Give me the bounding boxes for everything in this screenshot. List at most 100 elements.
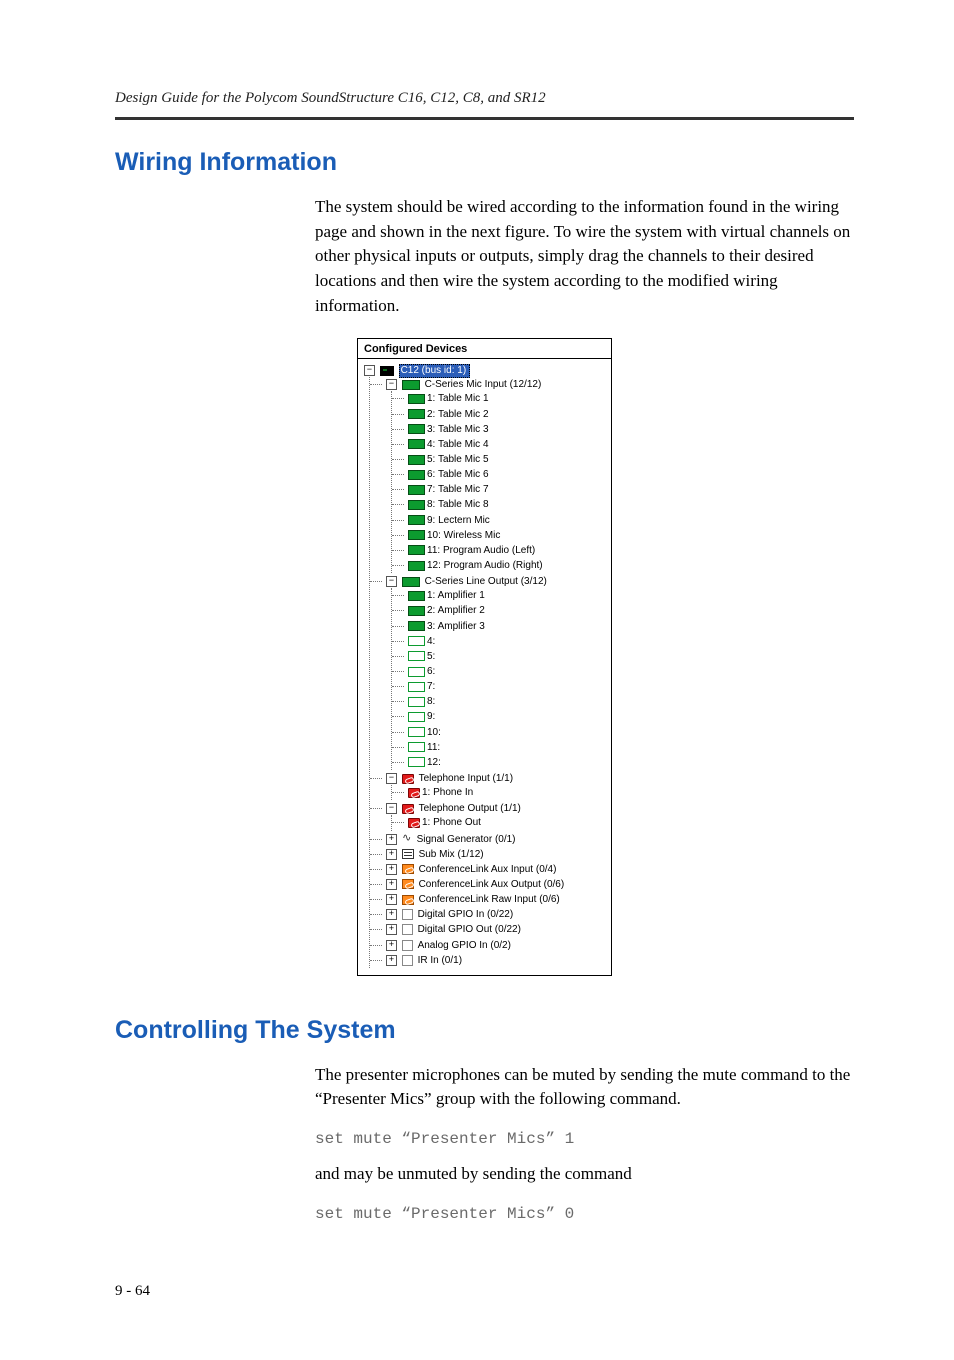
line-label: 12:: [427, 757, 441, 768]
tree-group-telephone-input[interactable]: − Telephone Input (1/1) 1: Phone In: [386, 771, 607, 801]
group-label: Telephone Output (1/1): [419, 803, 521, 814]
tree-item-line[interactable]: 9:: [408, 709, 607, 724]
tree-item-mic[interactable]: 5: Table Mic 5: [408, 452, 607, 467]
expand-icon[interactable]: +: [386, 955, 397, 966]
group-label: Telephone Input (1/1): [419, 773, 514, 784]
submix-icon: [402, 849, 414, 859]
controlling-paragraph-2: and may be unmuted by sending the comman…: [315, 1162, 854, 1187]
gpio-icon: [402, 955, 413, 966]
tree-item-mic[interactable]: 6: Table Mic 6: [408, 467, 607, 482]
tree-group-digital-gpio-out[interactable]: + Digital GPIO Out (0/22): [386, 922, 607, 937]
phone-out-label: 1: Phone Out: [422, 817, 481, 828]
group-label: ConferenceLink Aux Input (0/4): [419, 864, 557, 875]
configured-devices-panel: Configured Devices − C12 (bus id: 1) − C…: [357, 338, 612, 976]
tree-group-mic-input[interactable]: − C-Series Mic Input (12/12) 1: Table Mi…: [386, 377, 607, 574]
tree-item-mic[interactable]: 7: Table Mic 7: [408, 482, 607, 497]
tree-item-mic[interactable]: 2: Table Mic 2: [408, 407, 607, 422]
collapse-icon[interactable]: −: [364, 365, 375, 376]
phone-icon: [402, 774, 414, 784]
group-label: IR In (0/1): [418, 955, 462, 966]
collapse-icon[interactable]: −: [386, 576, 397, 587]
expand-icon[interactable]: +: [386, 864, 397, 875]
tree-item-mic[interactable]: 4: Table Mic 4: [408, 437, 607, 452]
port-empty-icon: [408, 651, 425, 661]
tree-item-line[interactable]: 5:: [408, 649, 607, 664]
tree-item-mic[interactable]: 9: Lectern Mic: [408, 513, 607, 528]
tree-item-phone-out[interactable]: 1: Phone Out: [408, 815, 607, 830]
tree-item-line[interactable]: 8:: [408, 694, 607, 709]
tree-item-line[interactable]: 10:: [408, 725, 607, 740]
gpio-icon: [402, 924, 413, 935]
page: Design Guide for the Polycom SoundStruct…: [0, 0, 954, 1360]
conference-link-icon: [402, 864, 414, 874]
tree-item-phone-in[interactable]: 1: Phone In: [408, 785, 607, 800]
expand-icon[interactable]: +: [386, 924, 397, 935]
mic-label: 12: Program Audio (Right): [427, 560, 543, 571]
expand-icon[interactable]: +: [386, 834, 397, 845]
tree-item-mic[interactable]: 11: Program Audio (Left): [408, 543, 607, 558]
line-label: 8:: [427, 696, 435, 707]
tree-root-device[interactable]: − C12 (bus id: 1) − C-Series Mic Input (…: [364, 363, 607, 969]
mic-label: 2: Table Mic 2: [427, 409, 489, 420]
port-icon: [408, 409, 425, 419]
tree-item-line[interactable]: 11:: [408, 740, 607, 755]
tree-item-mic[interactable]: 8: Table Mic 8: [408, 497, 607, 512]
tree-item-mic[interactable]: 1: Table Mic 1: [408, 391, 607, 406]
port-icon: [408, 545, 425, 555]
tree-item-mic[interactable]: 10: Wireless Mic: [408, 528, 607, 543]
tree-item-line[interactable]: 2: Amplifier 2: [408, 603, 607, 618]
line-label: 9:: [427, 711, 435, 722]
line-label: 11:: [427, 742, 440, 753]
tree-item-line[interactable]: 1: Amplifier 1: [408, 588, 607, 603]
tree-group-conflink-aux-output[interactable]: + ConferenceLink Aux Output (0/6): [386, 877, 607, 892]
line-label: 1: Amplifier 1: [427, 590, 485, 601]
port-icon: [408, 439, 425, 449]
group-label: C-Series Mic Input (12/12): [425, 379, 542, 390]
port-icon: [408, 530, 425, 540]
command-mute-off: set mute “Presenter Mics” 0: [315, 1205, 854, 1223]
tree-group-conflink-aux-input[interactable]: + ConferenceLink Aux Input (0/4): [386, 862, 607, 877]
tree-item-line[interactable]: 3: Amplifier 3: [408, 619, 607, 634]
expand-icon[interactable]: +: [386, 849, 397, 860]
tree-group-analog-gpio-in[interactable]: + Analog GPIO In (0/2): [386, 938, 607, 953]
running-header: Design Guide for the Polycom SoundStruct…: [115, 90, 854, 107]
group-label: Analog GPIO In (0/2): [418, 940, 511, 951]
gpio-icon: [402, 909, 413, 920]
expand-icon[interactable]: +: [386, 879, 397, 890]
tree-group-telephone-output[interactable]: − Telephone Output (1/1) 1: Phone Out: [386, 801, 607, 831]
mic-label: 9: Lectern Mic: [427, 515, 490, 526]
line-label: 2: Amplifier 2: [427, 605, 485, 616]
line-label: 5:: [427, 651, 435, 662]
root-label[interactable]: C12 (bus id: 1): [399, 364, 471, 378]
port-icon: [408, 621, 425, 631]
collapse-icon[interactable]: −: [386, 803, 397, 814]
tree-item-line[interactable]: 12:: [408, 755, 607, 770]
mic-label: 10: Wireless Mic: [427, 530, 500, 541]
tree-group-ir-in[interactable]: + IR In (0/1): [386, 953, 607, 968]
panel-title: Configured Devices: [358, 339, 611, 359]
tree-item-line[interactable]: 4:: [408, 634, 607, 649]
tree-item-line[interactable]: 6:: [408, 664, 607, 679]
expand-icon[interactable]: +: [386, 909, 397, 920]
expand-icon[interactable]: +: [386, 894, 397, 905]
tree-item-line[interactable]: 7:: [408, 679, 607, 694]
mic-label: 7: Table Mic 7: [427, 484, 489, 495]
group-label: C-Series Line Output (3/12): [425, 576, 547, 587]
mic-label: 1: Table Mic 1: [427, 393, 489, 404]
device-tree[interactable]: − C12 (bus id: 1) − C-Series Mic Input (…: [358, 363, 611, 969]
tree-group-digital-gpio-in[interactable]: + Digital GPIO In (0/22): [386, 907, 607, 922]
expand-icon[interactable]: +: [386, 940, 397, 951]
signal-icon: ∿: [402, 834, 412, 844]
tree-group-line-output[interactable]: − C-Series Line Output (3/12) 1: Amplifi…: [386, 574, 607, 771]
collapse-icon[interactable]: −: [386, 379, 397, 390]
tree-item-mic[interactable]: 12: Program Audio (Right): [408, 558, 607, 573]
collapse-icon[interactable]: −: [386, 773, 397, 784]
port-icon: [408, 515, 425, 525]
tree-group-signal-generator[interactable]: + ∿ Signal Generator (0/1): [386, 832, 607, 847]
group-label: ConferenceLink Raw Input (0/6): [419, 894, 560, 905]
heading-controlling-the-system: Controlling The System: [115, 1016, 854, 1045]
tree-item-mic[interactable]: 3: Table Mic 3: [408, 422, 607, 437]
device-icon: [380, 366, 394, 376]
tree-group-sub-mix[interactable]: + Sub Mix (1/12): [386, 847, 607, 862]
tree-group-conflink-raw-input[interactable]: + ConferenceLink Raw Input (0/6): [386, 892, 607, 907]
